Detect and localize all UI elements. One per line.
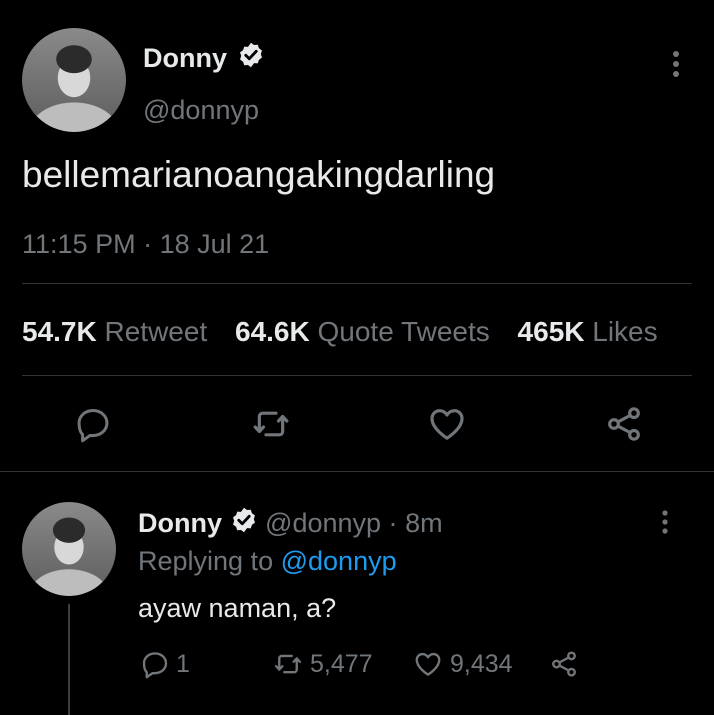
quotes-stat[interactable]: 64.6K Quote Tweets [235, 316, 498, 347]
reply-reply-count: 1 [176, 650, 190, 678]
like-icon[interactable] [427, 404, 467, 444]
divider-bottom [0, 471, 714, 472]
reply-like-icon [412, 649, 444, 679]
likes-label: Likes [592, 316, 658, 347]
reply-share-icon[interactable] [548, 649, 580, 679]
reply-verified-badge-icon [230, 506, 258, 543]
reply-like-action[interactable]: 9,434 [412, 649, 513, 679]
quotes-count: 64.6K [235, 316, 310, 347]
reply-separator: · [388, 508, 398, 538]
reply-reply-icon [140, 649, 170, 679]
replying-to-handle[interactable]: @donnyp [281, 546, 397, 576]
reply-text: ayaw naman, a? [138, 593, 337, 623]
reply-author-handle[interactable]: @donnyp [265, 508, 381, 538]
retweet-icon[interactable] [251, 404, 291, 444]
tweet-timestamp[interactable]: 11:15 PM · 18 Jul 21 [22, 226, 269, 262]
divider-middle [22, 375, 692, 376]
author-avatar[interactable] [22, 28, 126, 132]
reply-retweet-count: 5,477 [310, 650, 373, 678]
reply-thread-line [68, 604, 70, 715]
divider-top [22, 283, 692, 284]
reply-author-name[interactable]: Donny [138, 508, 222, 538]
share-icon[interactable] [604, 404, 644, 444]
reply-like-count: 9,434 [450, 650, 513, 678]
likes-stat[interactable]: 465K Likes [518, 316, 658, 347]
reply-reply-action[interactable]: 1 [140, 649, 190, 679]
reply-header: Donny @donnyp · 8m [138, 505, 443, 543]
author-name-row[interactable]: Donny [143, 40, 265, 78]
reply-icon[interactable] [74, 405, 112, 443]
likes-count: 465K [517, 316, 585, 347]
reply-retweet-icon [272, 649, 304, 679]
tweet-stats: 54.7K Retweet 64.6K Quote Tweets 465K Li… [22, 313, 658, 351]
more-options-icon[interactable] [666, 50, 686, 78]
reply-more-options-icon[interactable] [657, 510, 673, 534]
tweet-text: bellemarianoangakingdarling [22, 154, 496, 195]
verified-badge-icon [237, 41, 265, 78]
author-name[interactable]: Donny [143, 43, 227, 73]
tweet-date[interactable]: 18 Jul 21 [160, 229, 270, 259]
quotes-label: Quote Tweets [317, 316, 490, 347]
reply-author-avatar[interactable] [22, 502, 116, 596]
tweet-time[interactable]: 11:15 PM [22, 229, 136, 259]
reply-age[interactable]: 8m [405, 508, 443, 538]
author-handle[interactable]: @donnyp [143, 92, 259, 128]
reply-retweet-action[interactable]: 5,477 [272, 649, 373, 679]
replying-to-label: Replying to [138, 546, 274, 576]
replying-to: Replying to @donnyp [138, 543, 397, 579]
retweets-label: Retweet [104, 316, 208, 347]
retweets-stat[interactable]: 54.7K Retweet [22, 316, 215, 347]
retweets-count: 54.7K [22, 316, 97, 347]
timestamp-separator: · [143, 229, 153, 259]
